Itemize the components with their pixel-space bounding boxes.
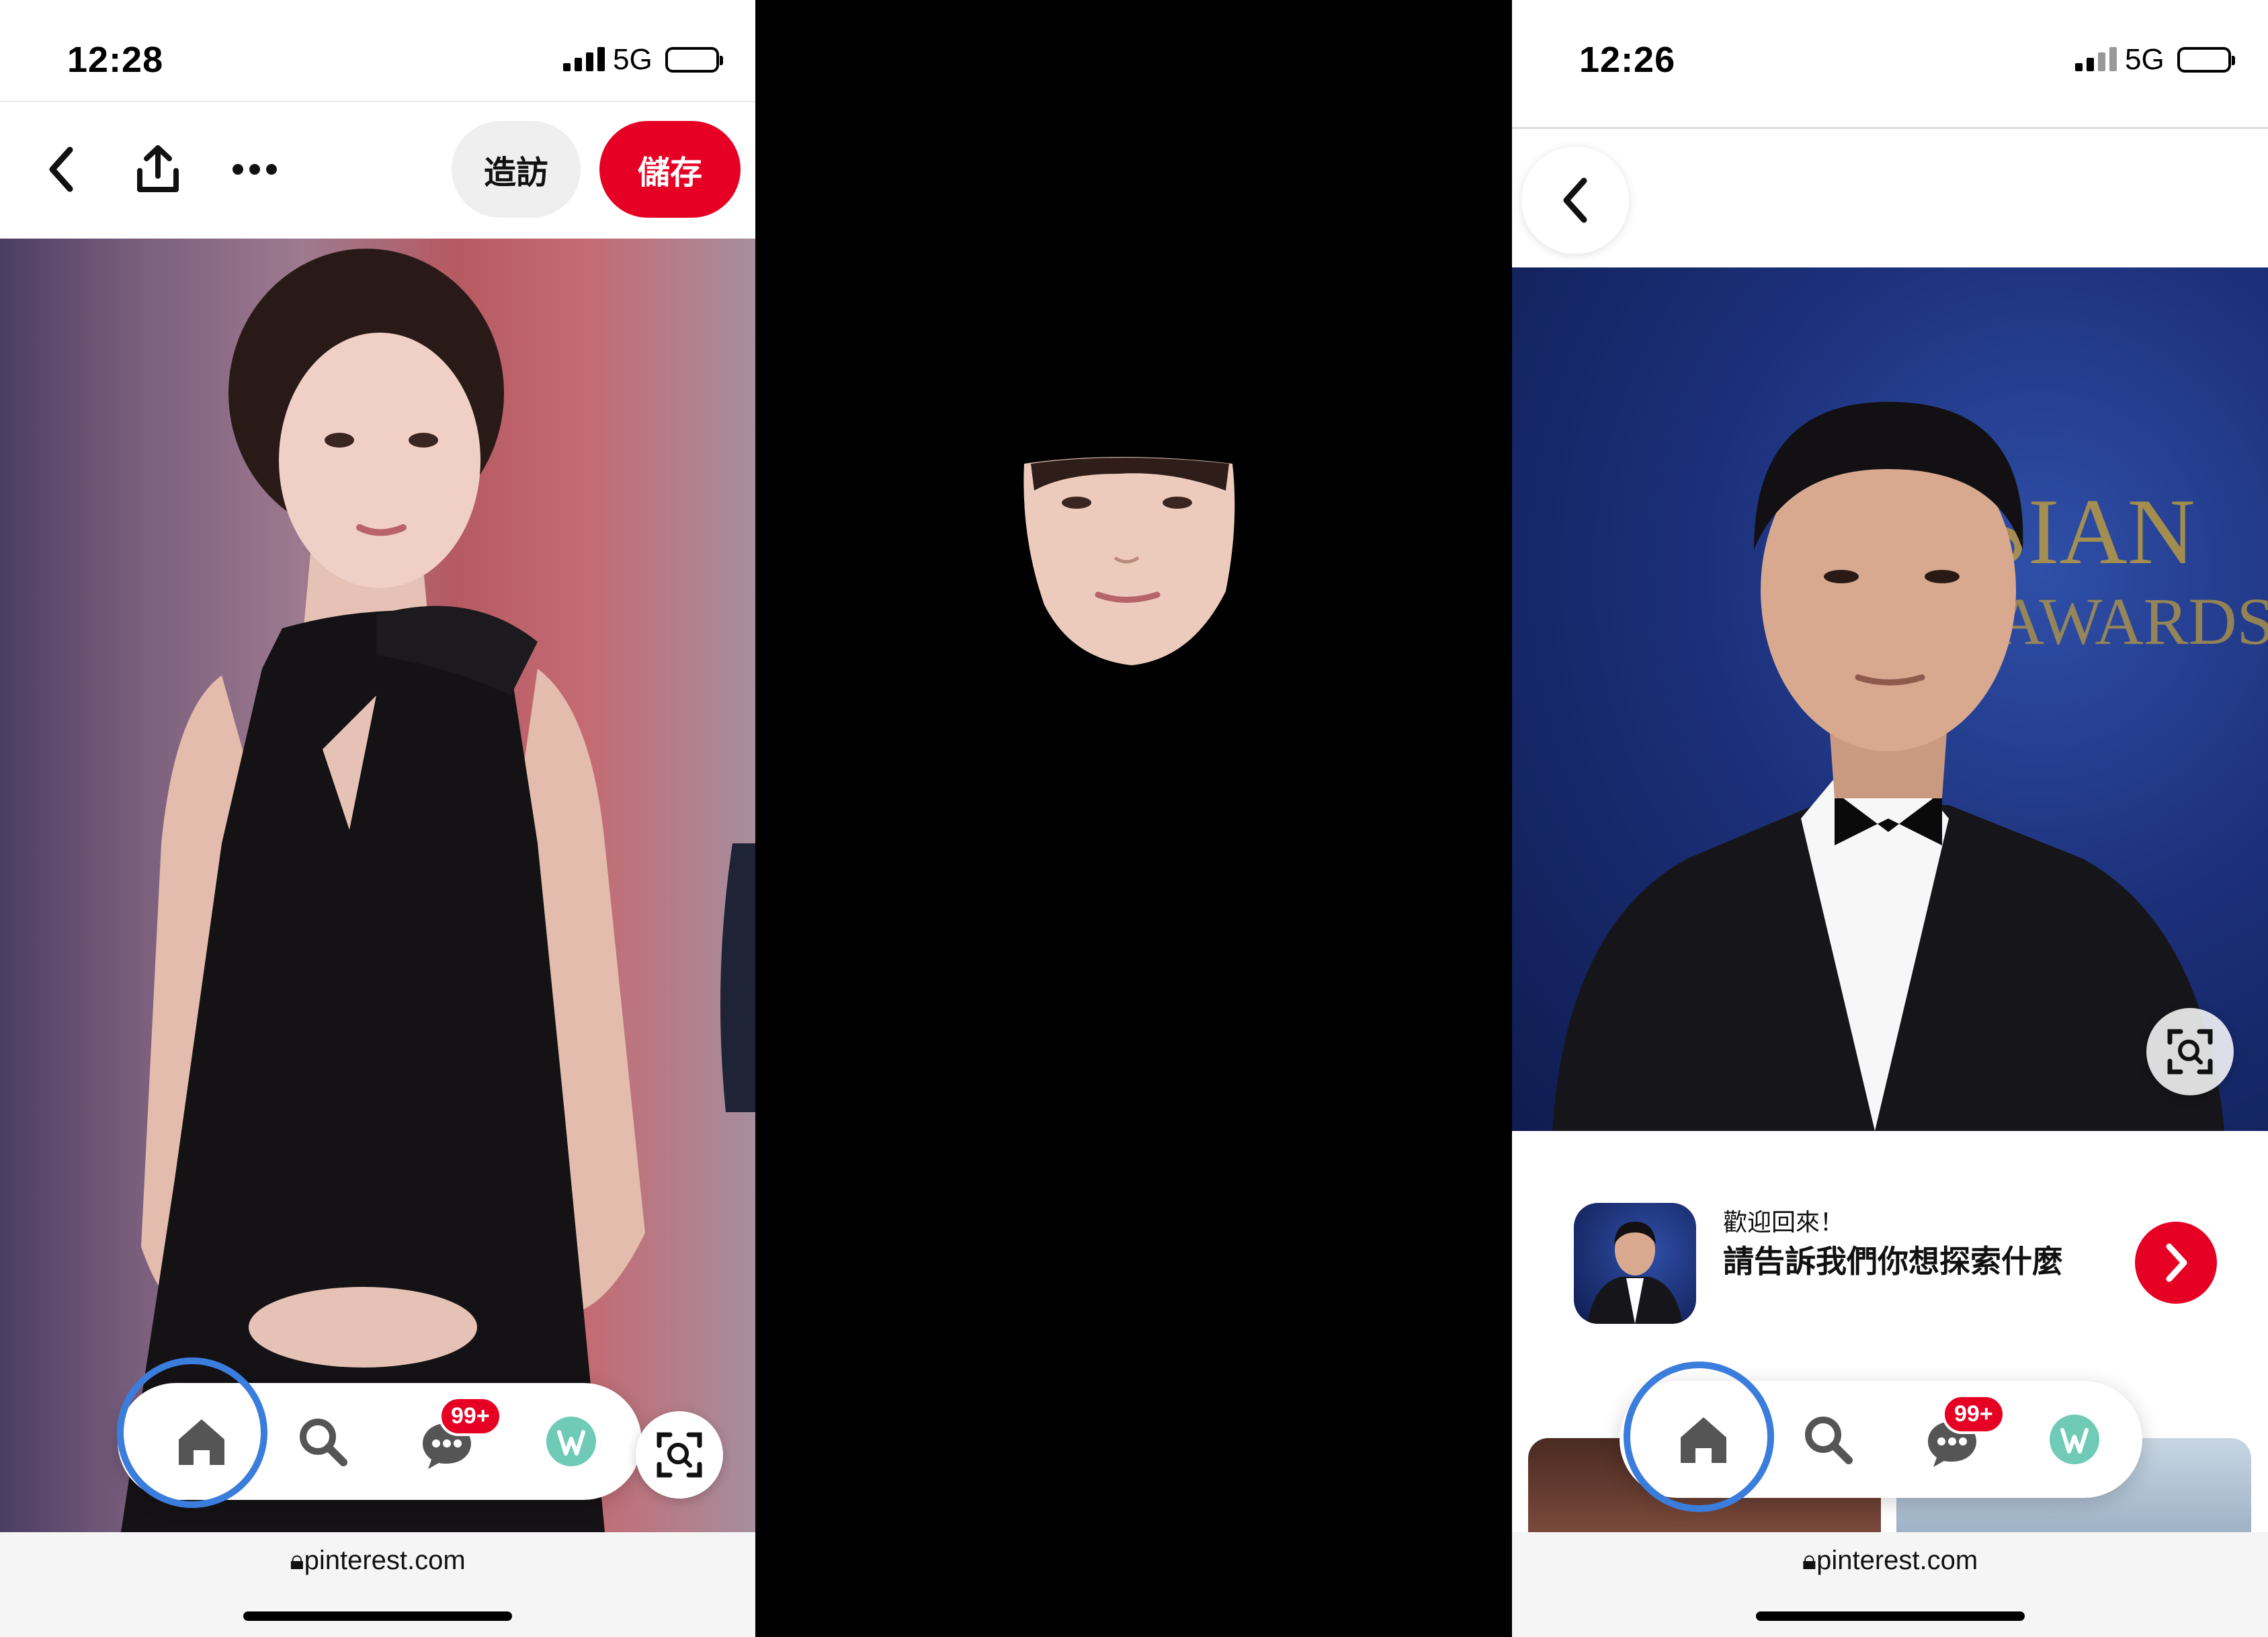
status-bar: 12:26 5G <box>1512 0 2268 101</box>
welcome-greeting: 歡迎回來！ <box>1723 1208 1845 1236</box>
browser-url-bar[interactable]: 🔒︎pinterest.com <box>0 1532 755 1637</box>
left-phone-screen: 12:28 5G 造訪 儲存 99+ 🔒︎pinterest.com <box>0 0 755 1637</box>
backdrop-logo-text-2: AWARDS <box>1996 584 2268 659</box>
back-chevron-icon <box>1563 177 1587 223</box>
home-highlight-ring <box>1624 1361 1774 1512</box>
visual-search-icon[interactable] <box>2146 1008 2234 1095</box>
visit-button[interactable]: 造訪 <box>452 121 581 218</box>
status-bar: 12:28 5G <box>0 0 755 101</box>
visual-search-icon[interactable] <box>636 1411 723 1499</box>
top-divider <box>1512 101 2268 129</box>
home-indicator <box>1755 1611 2025 1621</box>
pin-image[interactable] <box>0 239 755 1532</box>
back-chevron-icon[interactable] <box>31 136 91 203</box>
home-indicator <box>243 1611 512 1621</box>
profile-icon[interactable] <box>2038 1402 2111 1476</box>
back-button[interactable] <box>1521 146 1629 254</box>
share-icon[interactable] <box>128 136 188 203</box>
save-button[interactable]: 儲存 <box>599 121 741 218</box>
welcome-prompt: 請告訴我們你想探索什麼 <box>1723 1244 2063 1279</box>
right-phone-screen: 12:26 5G SIAN AWARDS 歡迎回來！ 請告訴我們你想探索什麼 9… <box>1512 0 2268 1637</box>
lock-icon: 🔒︎ <box>1802 1546 1817 1575</box>
home-highlight-ring <box>117 1357 267 1508</box>
welcome-card[interactable]: 歡迎回來！ 請告訴我們你想探索什麼 <box>1574 1203 2217 1324</box>
signal-icon <box>2075 46 2117 71</box>
pin-image[interactable]: SIAN AWARDS <box>1512 267 2268 1131</box>
url-text: 🔒︎pinterest.com <box>1512 1546 2268 1576</box>
extracted-face-image <box>1023 457 1235 665</box>
signal-icon <box>563 46 605 71</box>
network-type: 5G <box>613 43 653 76</box>
notification-badge: 99+ <box>439 1396 502 1436</box>
welcome-thumbnail <box>1574 1203 1696 1324</box>
search-icon[interactable] <box>1791 1402 1865 1476</box>
url-label: pinterest.com <box>304 1546 466 1575</box>
more-icon[interactable] <box>224 136 285 203</box>
browser-url-bar[interactable]: 🔒︎pinterest.com <box>1512 1532 2268 1637</box>
search-icon[interactable] <box>286 1404 360 1478</box>
status-time: 12:28 <box>67 40 164 80</box>
network-type: 5G <box>2125 43 2165 76</box>
battery-icon <box>2177 47 2235 73</box>
face-crop-panel <box>755 0 1512 1637</box>
notification-badge: 99+ <box>1942 1394 2005 1434</box>
url-label: pinterest.com <box>1816 1546 1978 1575</box>
status-time: 12:26 <box>1579 40 1676 80</box>
profile-icon[interactable] <box>534 1404 608 1478</box>
battery-icon <box>665 47 723 73</box>
chevron-right-icon[interactable] <box>2135 1222 2217 1304</box>
url-text: 🔒︎pinterest.com <box>0 1546 755 1576</box>
lock-icon: 🔒︎ <box>290 1546 304 1575</box>
